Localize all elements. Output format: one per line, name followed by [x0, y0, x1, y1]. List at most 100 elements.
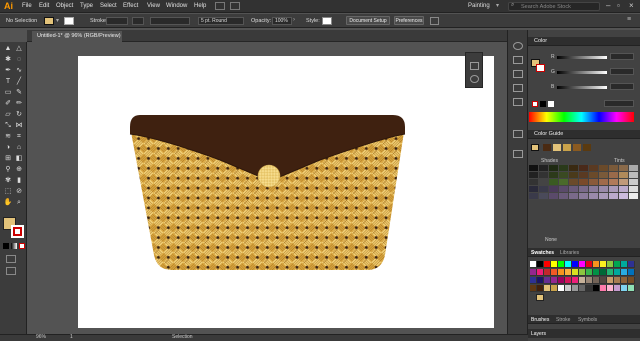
swatch[interactable]: [551, 269, 558, 276]
tab-swatches[interactable]: Swatches: [531, 250, 554, 256]
swatch[interactable]: [572, 285, 579, 292]
swatch[interactable]: [572, 261, 579, 268]
color-guide-swatch[interactable]: [589, 165, 599, 172]
color-stroke-box[interactable]: [536, 64, 545, 72]
color-panel-icon[interactable]: [513, 42, 523, 50]
swatch[interactable]: [600, 261, 607, 268]
swatch[interactable]: [544, 277, 551, 284]
color-guide-icon[interactable]: [513, 56, 523, 64]
color-guide-swatch[interactable]: [529, 186, 539, 193]
stroke-panel-icon[interactable]: [513, 130, 523, 138]
color-guide-swatch[interactable]: [599, 172, 609, 179]
color-guide-swatch[interactable]: [609, 172, 619, 179]
tab-stroke[interactable]: Stroke: [556, 317, 570, 323]
harmony-swatch-4[interactable]: [573, 144, 581, 151]
swatches-icon[interactable]: [513, 70, 523, 78]
color-guide-swatch[interactable]: [579, 165, 589, 172]
color-guide-swatch[interactable]: [529, 172, 539, 179]
swatch[interactable]: [558, 269, 565, 276]
swatch[interactable]: [565, 269, 572, 276]
color-guide-swatch[interactable]: [549, 179, 559, 186]
channel-r-slider[interactable]: [557, 56, 607, 59]
swatch[interactable]: [600, 285, 607, 292]
swatch[interactable]: [551, 277, 558, 284]
swatch[interactable]: [551, 285, 558, 292]
channel-r-value[interactable]: [610, 53, 634, 60]
color-guide-swatch[interactable]: [549, 172, 559, 179]
color-guide-swatch[interactable]: [569, 172, 579, 179]
swatch[interactable]: [593, 277, 600, 284]
swatch-selected[interactable]: [536, 294, 544, 301]
swatch[interactable]: [572, 277, 579, 284]
color-spectrum[interactable]: [529, 112, 634, 122]
harmony-swatch-5[interactable]: [583, 144, 591, 151]
current-tool-status[interactable]: Selection: [172, 334, 193, 340]
swatch[interactable]: [565, 285, 572, 292]
color-guide-swatch[interactable]: [589, 179, 599, 186]
color-guide-swatch[interactable]: [539, 172, 549, 179]
color-guide-swatch[interactable]: [609, 186, 619, 193]
swatch[interactable]: [621, 269, 628, 276]
color-guide-swatch[interactable]: [539, 179, 549, 186]
color-guide-swatch[interactable]: [629, 186, 639, 193]
swatch[interactable]: [607, 261, 614, 268]
color-guide-swatch[interactable]: [559, 172, 569, 179]
swatch[interactable]: [614, 261, 621, 268]
swatch[interactable]: [565, 277, 572, 284]
color-guide-swatch[interactable]: [569, 179, 579, 186]
channel-g-slider[interactable]: [557, 71, 607, 74]
harmony-swatch-3[interactable]: [563, 144, 571, 151]
color-guide-swatch[interactable]: [609, 193, 619, 200]
swatch[interactable]: [586, 261, 593, 268]
swatch[interactable]: [621, 277, 628, 284]
swatch[interactable]: [558, 261, 565, 268]
swatch[interactable]: [530, 285, 537, 292]
color-guide-swatch[interactable]: [589, 186, 599, 193]
color-guide-swatch[interactable]: [559, 179, 569, 186]
color-guide-swatch[interactable]: [629, 193, 639, 200]
color-guide-swatch[interactable]: [609, 165, 619, 172]
color-guide-swatch[interactable]: [539, 193, 549, 200]
tab-symbols[interactable]: Symbols: [578, 317, 597, 323]
color-guide-swatch[interactable]: [599, 193, 609, 200]
swatch[interactable]: [558, 277, 565, 284]
swatch[interactable]: [586, 269, 593, 276]
swatch[interactable]: [614, 285, 621, 292]
swatch[interactable]: [579, 285, 586, 292]
swatch[interactable]: [544, 285, 551, 292]
color-guide-swatch[interactable]: [569, 165, 579, 172]
color-guide-swatch[interactable]: [549, 193, 559, 200]
white-color-icon[interactable]: [548, 101, 554, 107]
artboard-number[interactable]: 1: [70, 334, 73, 340]
color-guide-swatch[interactable]: [589, 193, 599, 200]
color-guide-swatch[interactable]: [529, 179, 539, 186]
color-guide-swatch[interactable]: [529, 165, 539, 172]
swatch[interactable]: [530, 269, 537, 276]
color-guide-swatch[interactable]: [579, 186, 589, 193]
color-guide-tab[interactable]: Color Guide: [528, 130, 640, 139]
swatch[interactable]: [621, 285, 628, 292]
swatch[interactable]: [579, 269, 586, 276]
hex-field[interactable]: [604, 100, 634, 107]
swatch[interactable]: [628, 261, 635, 268]
swatch[interactable]: [537, 269, 544, 276]
color-guide-swatch[interactable]: [609, 179, 619, 186]
swatch[interactable]: [600, 277, 607, 284]
color-guide-swatch[interactable]: [539, 165, 549, 172]
channel-b-value[interactable]: [610, 83, 634, 90]
color-guide-swatch[interactable]: [629, 165, 639, 172]
symbols-icon[interactable]: [513, 98, 523, 106]
swatch[interactable]: [607, 285, 614, 292]
tab-layers[interactable]: Layers: [531, 331, 546, 337]
brushes-icon[interactable]: [513, 84, 523, 92]
swatch[interactable]: [593, 269, 600, 276]
swatch[interactable]: [558, 285, 565, 292]
swatch[interactable]: [572, 269, 579, 276]
zoom-level[interactable]: 96%: [36, 334, 46, 340]
color-guide-swatch[interactable]: [589, 172, 599, 179]
tab-brushes[interactable]: Brushes: [531, 317, 549, 323]
swatch[interactable]: [579, 277, 586, 284]
color-guide-swatch[interactable]: [599, 186, 609, 193]
color-guide-swatch[interactable]: [559, 165, 569, 172]
gradient-panel-icon[interactable]: [513, 150, 523, 158]
